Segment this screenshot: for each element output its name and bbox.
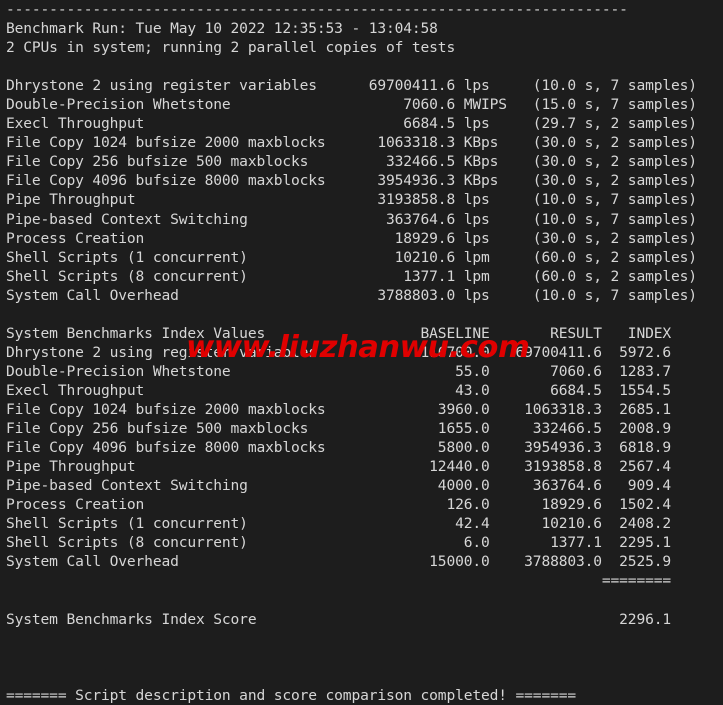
console-line: ======= Script description and score com… — [6, 686, 576, 704]
console-line: Double-Precision Whetstone 7060.6 MWIPS … — [6, 96, 697, 114]
console-line: System Call Overhead 3788803.0 lps (10.0… — [6, 286, 697, 304]
console-line: Shell Scripts (8 concurrent) 6.0 1377.1 … — [6, 534, 671, 552]
console-line: Process Creation 18929.6 lps (30.0 s, 2 … — [6, 229, 697, 247]
console-line: File Copy 1024 bufsize 2000 maxblocks 10… — [6, 134, 697, 152]
console-line: Pipe-based Context Switching 363764.6 lp… — [6, 210, 697, 228]
console-output: ----------------------------------------… — [6, 0, 697, 705]
console-line: ======== — [6, 572, 671, 590]
console-line: Process Creation 126.0 18929.6 1502.4 — [6, 496, 671, 514]
console-line: File Copy 4096 bufsize 8000 maxblocks 39… — [6, 172, 697, 190]
console-line: System Benchmarks Index Score 2296.1 — [6, 610, 671, 628]
console-line: System Benchmarks Index Values BASELINE … — [6, 324, 671, 342]
console-line: Execl Throughput 6684.5 lps (29.7 s, 2 s… — [6, 115, 697, 133]
console-line: System Call Overhead 15000.0 3788803.0 2… — [6, 553, 671, 571]
console-line: Shell Scripts (8 concurrent) 1377.1 lpm … — [6, 267, 697, 285]
console-line: Execl Throughput 43.0 6684.5 1554.5 — [6, 381, 671, 399]
console-line: Pipe-based Context Switching 4000.0 3637… — [6, 477, 671, 495]
console-line: File Copy 4096 bufsize 8000 maxblocks 58… — [6, 439, 671, 457]
console-line: ----------------------------------------… — [6, 1, 628, 18]
console-line: File Copy 256 bufsize 500 maxblocks 1655… — [6, 420, 671, 438]
console-line: Pipe Throughput 12440.0 3193858.8 2567.4 — [6, 458, 671, 476]
console-line: Benchmark Run: Tue May 10 2022 12:35:53 … — [6, 20, 438, 38]
terminal-window: ----------------------------------------… — [0, 0, 723, 704]
console-line: Shell Scripts (1 concurrent) 10210.6 lpm… — [6, 248, 697, 266]
console-line: File Copy 1024 bufsize 2000 maxblocks 39… — [6, 400, 671, 418]
console-line: File Copy 256 bufsize 500 maxblocks 3324… — [6, 153, 697, 171]
console-line: Dhrystone 2 using register variables 697… — [6, 77, 697, 95]
console-line: 2 CPUs in system; running 2 parallel cop… — [6, 39, 456, 57]
console-line: Dhrystone 2 using register variables 116… — [6, 343, 671, 361]
console-line: Double-Precision Whetstone 55.0 7060.6 1… — [6, 362, 671, 380]
console-line: Pipe Throughput 3193858.8 lps (10.0 s, 7… — [6, 191, 697, 209]
console-line: Shell Scripts (1 concurrent) 42.4 10210.… — [6, 515, 671, 533]
